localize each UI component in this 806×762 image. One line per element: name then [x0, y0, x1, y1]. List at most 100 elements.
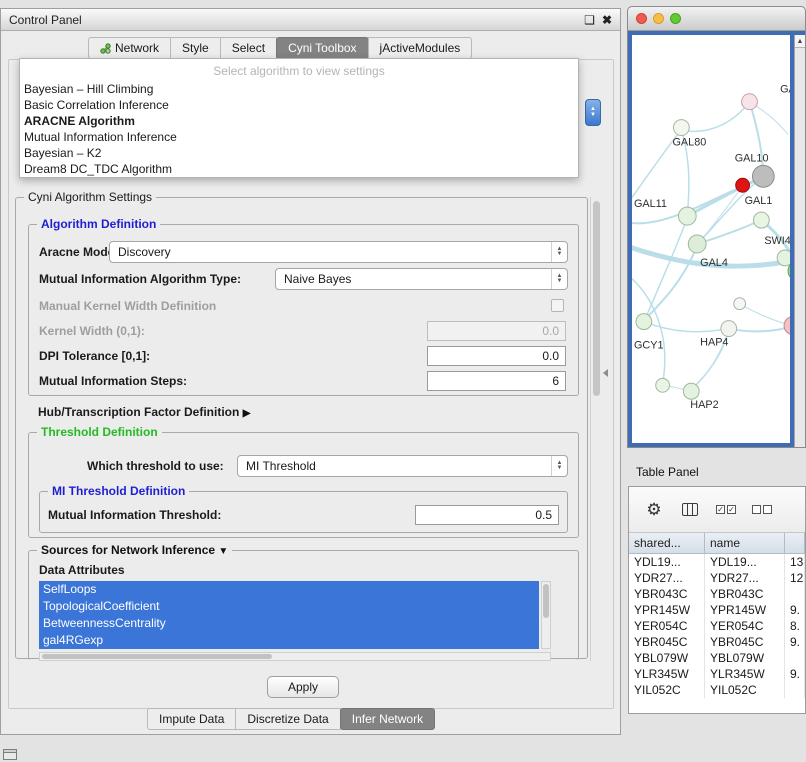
window-zoom-button[interactable] — [670, 13, 681, 24]
mi-threshold-field[interactable]: 0.5 — [415, 505, 559, 525]
network-node[interactable] — [673, 120, 689, 136]
table-row[interactable]: YBR043C YBR043C — [629, 586, 805, 602]
table-row[interactable]: YLR345W YLR345W 9. — [629, 666, 805, 682]
table-cell[interactable]: YIL052C — [705, 682, 785, 698]
table-cell[interactable]: YLR345W — [629, 666, 705, 682]
table-cell[interactable]: YBL079W — [629, 650, 705, 666]
table-cell[interactable]: 13 — [785, 554, 805, 570]
table-row[interactable]: YDL19... YDL19... 13 — [629, 554, 805, 570]
network-node[interactable] — [721, 321, 737, 337]
attribute-item-selected[interactable]: TopologicalCoefficient — [39, 598, 539, 615]
tab-impute-data[interactable]: Impute Data — [147, 708, 236, 730]
network-node[interactable] — [636, 314, 652, 330]
table-cell[interactable]: YPR145W — [705, 602, 785, 618]
algorithm-combo-stepper[interactable]: ▲▼ — [585, 99, 601, 126]
which-threshold-combo[interactable]: MI Threshold ▲▼ — [237, 455, 568, 477]
close-icon[interactable]: ✖ — [602, 14, 612, 26]
table-cell[interactable]: YBR045C — [705, 634, 785, 650]
tab-discretize-data[interactable]: Discretize Data — [235, 708, 340, 730]
table-cell[interactable]: YLR345W — [705, 666, 785, 682]
dpi-tolerance-field[interactable]: 0.0 — [427, 346, 566, 366]
column-header-shared-name[interactable]: shared... — [629, 533, 705, 553]
table-cell[interactable]: YBR043C — [629, 586, 705, 602]
window-close-button[interactable] — [636, 13, 647, 24]
splitter-handle[interactable] — [603, 369, 608, 377]
table-cell[interactable]: 9. — [785, 634, 805, 650]
unselect-all-columns-button[interactable] — [751, 499, 773, 521]
table-cell[interactable]: 12 — [785, 570, 805, 586]
algorithm-option[interactable]: Dream8 DC_TDC Algorithm — [20, 161, 578, 177]
collapsed-panel-icon[interactable] — [3, 749, 17, 760]
table-cell[interactable]: YIL052C — [629, 682, 705, 698]
table-row[interactable]: YER054C YER054C 8. — [629, 618, 805, 634]
select-all-columns-button[interactable]: ✓✓ — [715, 499, 737, 521]
network-vertical-scrollbar[interactable]: ▲ — [794, 35, 805, 447]
algorithm-option[interactable]: Basic Correlation Inference — [20, 97, 578, 113]
algorithm-option-selected[interactable]: ARACNE Algorithm — [20, 113, 578, 129]
tab-jactivemodules[interactable]: jActiveModules — [368, 37, 473, 59]
column-browser-button[interactable] — [679, 499, 701, 521]
table-cell[interactable]: YBL079W — [705, 650, 785, 666]
table-cell[interactable]: YBR043C — [705, 586, 785, 602]
sources-toggle[interactable]: Sources for Network Inference ▼ — [37, 543, 232, 557]
algorithm-option[interactable]: Bayesian – K2 — [20, 145, 578, 161]
network-node[interactable] — [777, 250, 790, 266]
table-cell[interactable]: YDL19... — [705, 554, 785, 570]
table-cell[interactable]: YER054C — [629, 618, 705, 634]
table-cell[interactable]: YDR27... — [629, 570, 705, 586]
attributes-vertical-scrollbar[interactable] — [541, 581, 551, 649]
attribute-item-selected[interactable]: gal4RGexp — [39, 632, 539, 649]
aracne-mode-combo[interactable]: Discovery ▲▼ — [109, 241, 568, 263]
table-row[interactable]: YBR045C YBR045C 9. — [629, 634, 805, 650]
tab-select[interactable]: Select — [220, 37, 277, 59]
network-node[interactable] — [742, 94, 758, 110]
attributes-horizontal-scrollbar[interactable] — [39, 652, 551, 661]
table-cell[interactable]: 9. — [785, 602, 805, 618]
tab-infer-network[interactable]: Infer Network — [340, 708, 435, 730]
column-header-name[interactable]: name — [705, 533, 785, 553]
network-node[interactable] — [784, 317, 790, 335]
manual-kernel-width-checkbox[interactable] — [551, 299, 564, 312]
tab-network[interactable]: Network — [88, 37, 171, 59]
tab-cyni-toolbox[interactable]: Cyni Toolbox — [276, 37, 368, 59]
kernel-width-field[interactable]: 0.0 — [427, 321, 566, 341]
scroll-up-icon[interactable]: ▲ — [795, 35, 805, 48]
network-node[interactable] — [752, 165, 774, 187]
hub-definition-toggle[interactable]: Hub/Transcription Factor Definition ▶ — [38, 405, 250, 419]
table-cell[interactable]: 9. — [785, 666, 805, 682]
mi-algorithm-type-combo[interactable]: Naive Bayes ▲▼ — [275, 268, 568, 290]
network-canvas[interactable]: GAL80 GAL10 GAL11 GAL1 SWI4 GAL4 GCY1 HA… — [632, 35, 790, 443]
network-node[interactable] — [678, 207, 696, 225]
table-row[interactable]: YPR145W YPR145W 9. — [629, 602, 805, 618]
network-node[interactable] — [753, 212, 769, 228]
table-cell[interactable]: YPR145W — [629, 602, 705, 618]
table-cell[interactable]: YDL19... — [629, 554, 705, 570]
table-row[interactable]: YDR27... YDR27... 12 — [629, 570, 805, 586]
float-window-icon[interactable]: ❑ — [584, 14, 595, 26]
table-row[interactable]: YBL079W YBL079W — [629, 650, 805, 666]
column-header-cut[interactable] — [785, 533, 805, 553]
settings-vertical-scrollbar[interactable] — [590, 197, 601, 661]
table-settings-button[interactable]: ⚙ — [643, 499, 665, 521]
apply-button[interactable]: Apply — [267, 676, 339, 698]
attribute-item-selected[interactable]: BetweennessCentrality — [39, 615, 539, 632]
table-cell[interactable]: YER054C — [705, 618, 785, 634]
mi-steps-field[interactable]: 6 — [427, 371, 566, 391]
table-row[interactable]: YIL052C YIL052C — [629, 682, 805, 698]
window-minimize-button[interactable] — [653, 13, 664, 24]
table-cell[interactable] — [785, 682, 805, 698]
network-node[interactable] — [656, 378, 670, 392]
network-node[interactable] — [734, 298, 746, 310]
network-node[interactable] — [736, 178, 750, 192]
algorithm-option[interactable]: Bayesian – Hill Climbing — [20, 81, 578, 97]
table-cell[interactable]: 8. — [785, 618, 805, 634]
network-node[interactable] — [688, 235, 706, 253]
table-cell[interactable] — [785, 650, 805, 666]
table-cell[interactable] — [785, 586, 805, 602]
table-cell[interactable]: YDR27... — [705, 570, 785, 586]
tab-style[interactable]: Style — [170, 37, 221, 59]
attribute-item-selected[interactable]: SelfLoops — [39, 581, 539, 598]
table-cell[interactable]: YBR045C — [629, 634, 705, 650]
network-node[interactable] — [683, 383, 699, 399]
algorithm-option[interactable]: Mutual Information Inference — [20, 129, 578, 145]
